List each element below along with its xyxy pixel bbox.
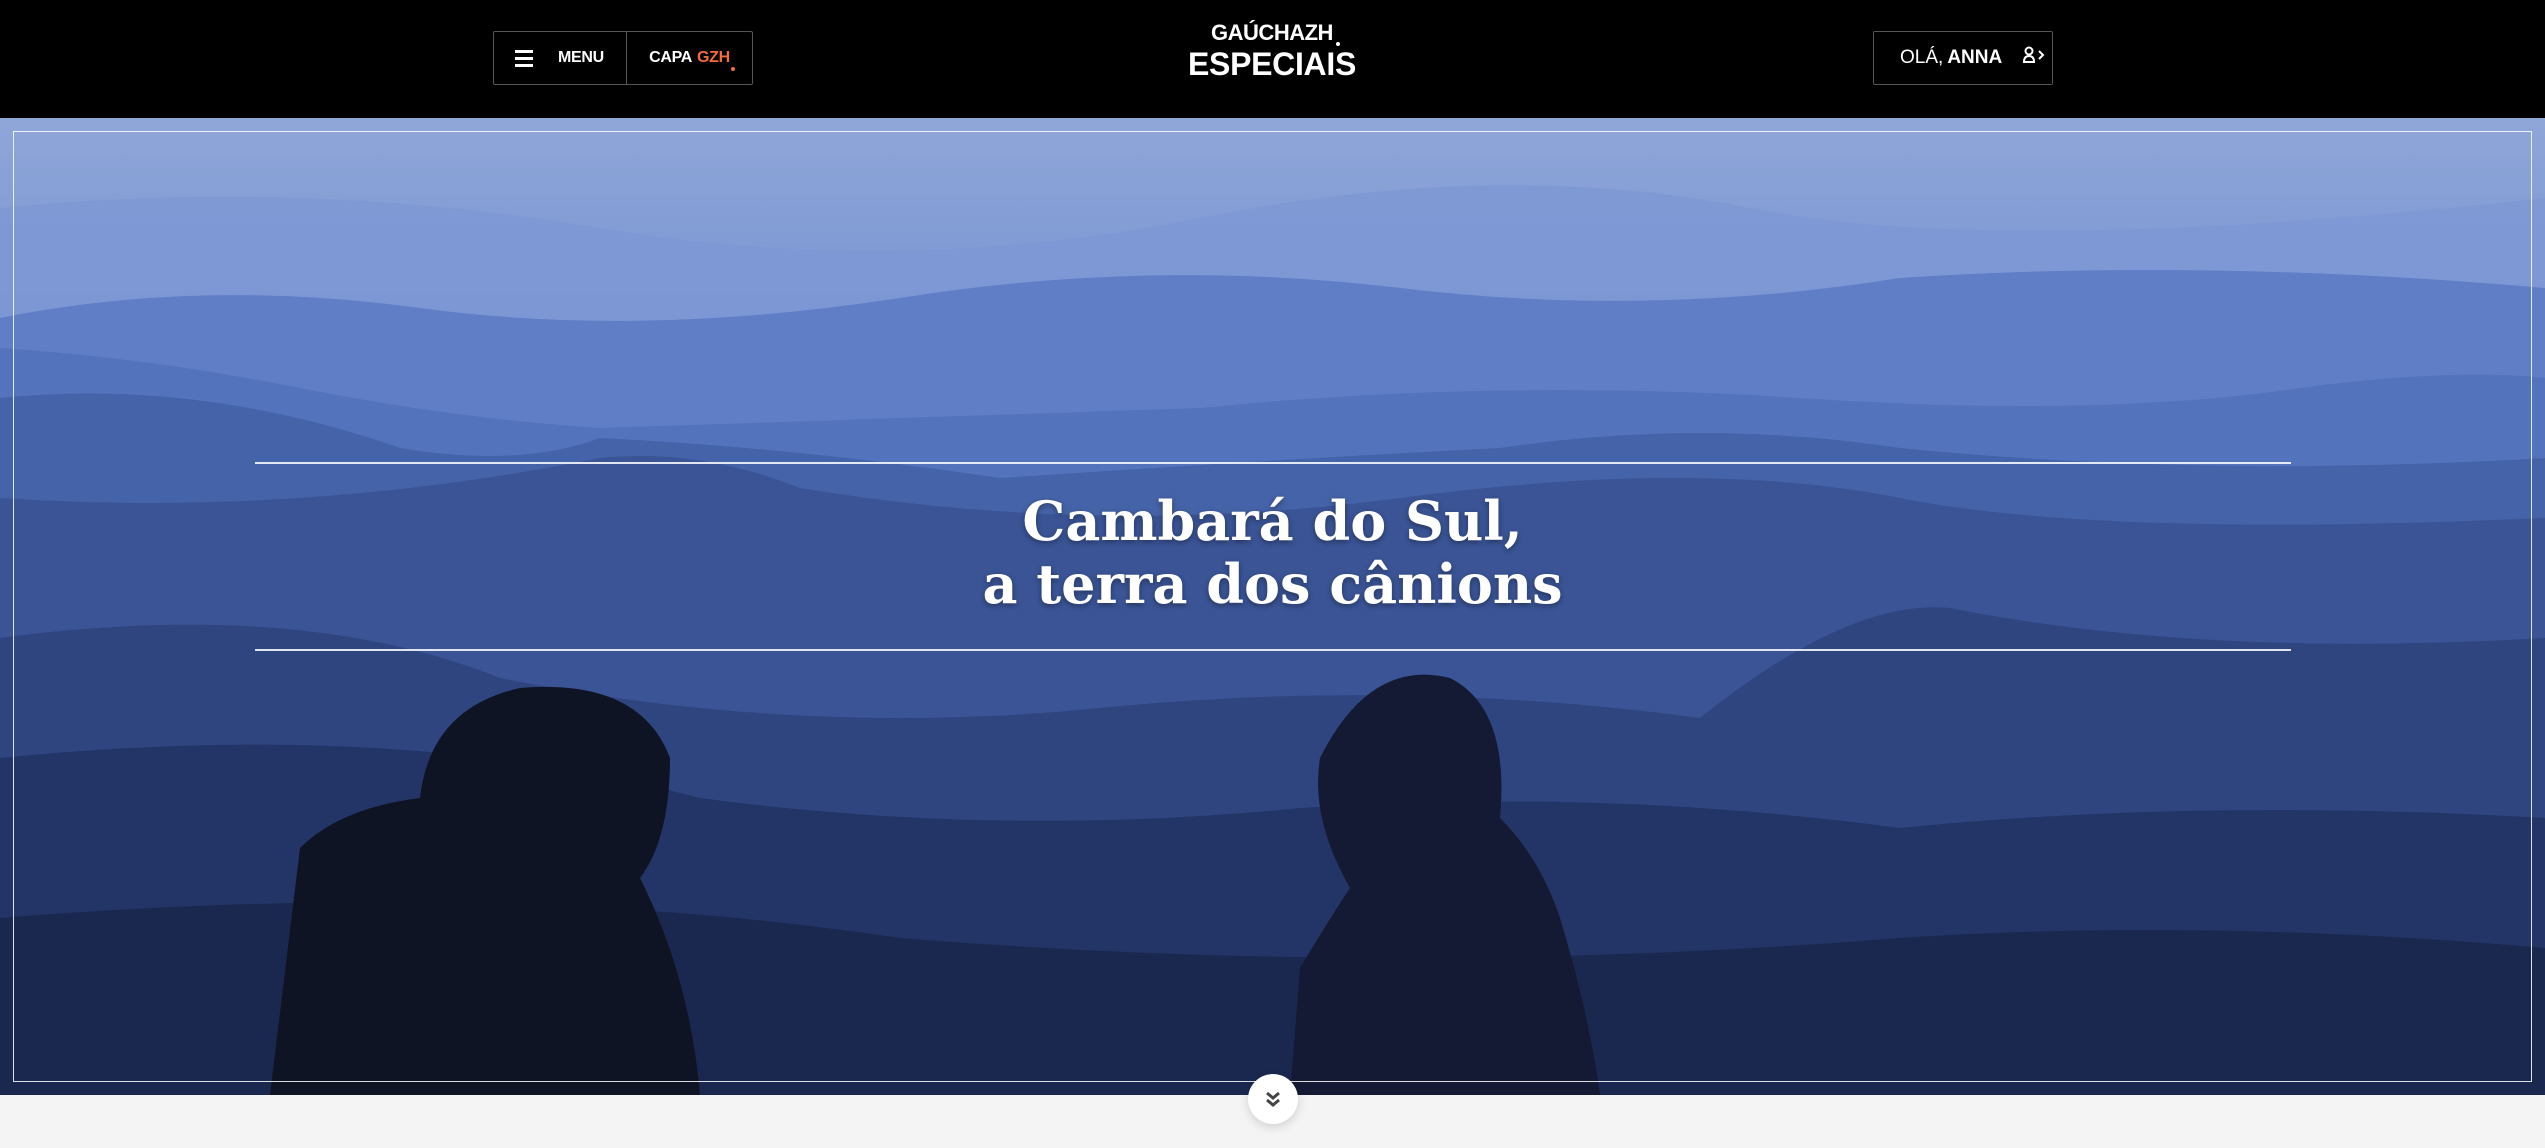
capa-gzh-link[interactable]: CAPA GZH [627, 32, 752, 84]
logo-bottom: ESPECIAIS [1187, 46, 1357, 82]
hero-title-line2: a terra dos cânions [982, 552, 1563, 616]
hero-banner: Cambará do Sul, a terra dos cânions [0, 118, 2545, 1095]
gauchazh-especiais-logo[interactable]: GAÚCHAZH ESPECIAIS [1172, 20, 1372, 83]
user-account-button[interactable]: OLÁ, ANNA [1873, 31, 2053, 85]
nav-box: MENU CAPA GZH [493, 31, 753, 85]
title-top-divider [255, 462, 2291, 464]
hero-title: Cambará do Sul, a terra dos cânions [0, 490, 2545, 616]
greeting: OLÁ, [1900, 47, 1944, 68]
user-name: ANNA [1947, 47, 2003, 68]
menu-label: MENU [558, 49, 604, 66]
logo-top: GAÚCHAZH [1211, 20, 1333, 45]
menu-button[interactable]: MENU [494, 32, 627, 84]
hero-title-line1: Cambará do Sul, [1022, 489, 1523, 553]
capa-label: CAPA [649, 49, 693, 66]
capa-brand: GZH [697, 49, 735, 71]
title-bottom-divider [255, 649, 2291, 651]
site-header: MENU CAPA GZH GAÚCHAZH ESPECIAIS OLÁ, AN… [0, 0, 2545, 118]
double-chevron-down-icon [1266, 1091, 1280, 1107]
hamburger-icon [515, 49, 533, 67]
user-icon [2022, 46, 2050, 70]
scroll-down-button[interactable] [1248, 1074, 1298, 1124]
